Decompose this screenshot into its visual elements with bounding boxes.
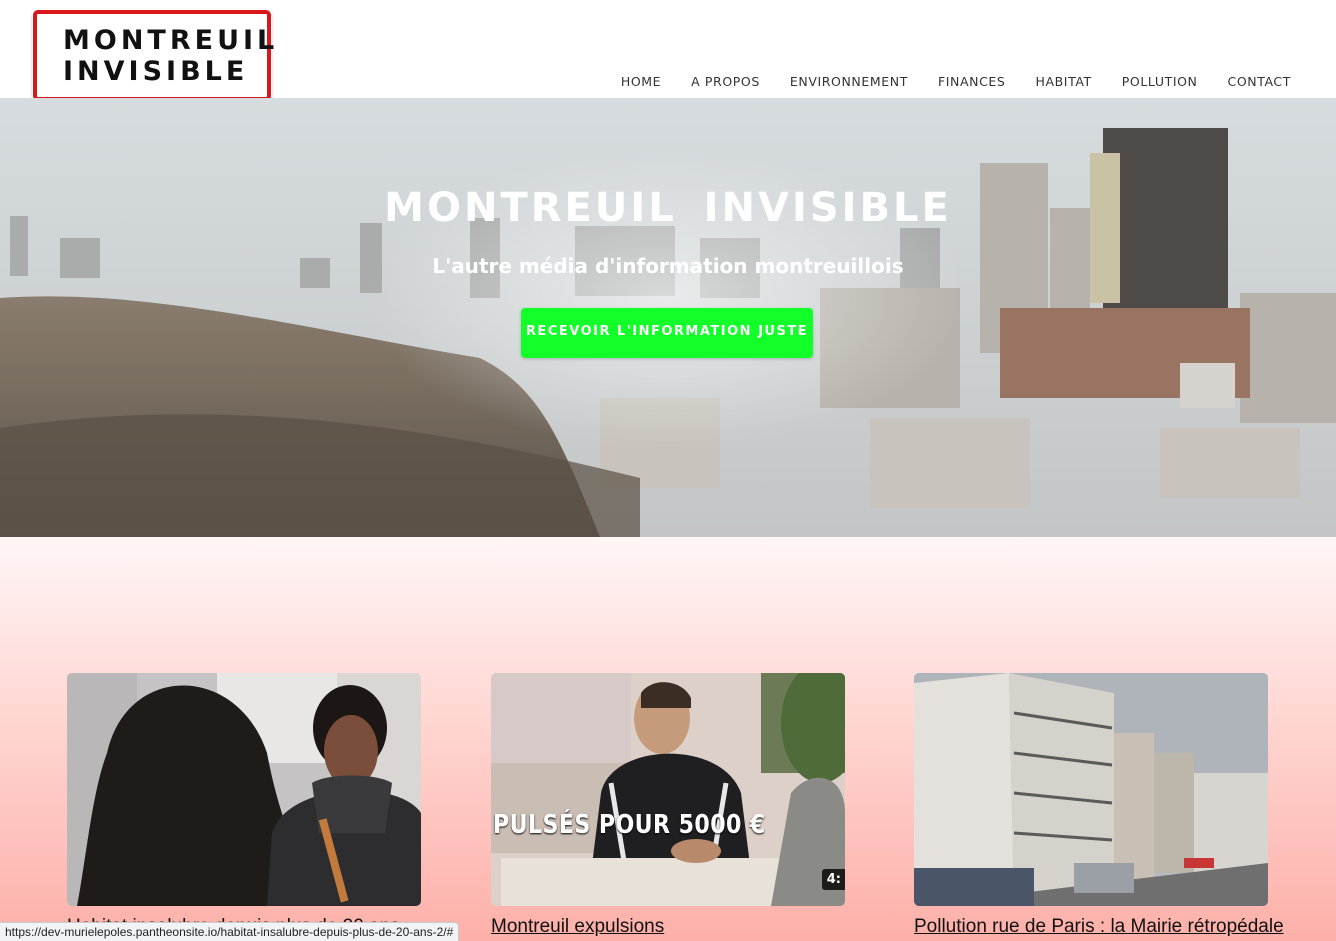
article-card[interactable]: Habitat insalubre depuis plus de 20 ans <box>67 673 421 938</box>
nav-contact[interactable]: CONTACT <box>1228 74 1291 89</box>
article-card[interactable]: Pollution rue de Paris : la Mairie rétro… <box>914 673 1284 938</box>
cta-button[interactable]: RECEVOIR L'INFORMATION JUSTE <box>521 308 813 358</box>
hero-title: MONTREUIL INVISIBLE <box>384 185 952 231</box>
browser-status-url: https://dev-murielepoles.pantheonsite.io… <box>0 922 460 941</box>
articles-section: Habitat insalubre depuis plus de 20 ans … <box>0 537 1336 941</box>
site-logo[interactable]: MONTREUIL INVISIBLE <box>33 10 279 101</box>
article-thumbnail[interactable] <box>914 673 1268 906</box>
nav-pollution[interactable]: POLLUTION <box>1122 74 1198 89</box>
hero-banner: MONTREUIL INVISIBLE L'autre média d'info… <box>0 98 1336 537</box>
article-card[interactable]: PULSÉS POUR 5000 € 4: Montreuil expulsio… <box>491 673 845 938</box>
nav-habitat[interactable]: HABITAT <box>1035 74 1091 89</box>
nav-finances[interactable]: FINANCES <box>938 74 1006 89</box>
video-overlay-text: PULSÉS POUR 5000 € <box>493 810 766 840</box>
nav-a-propos[interactable]: A PROPOS <box>691 74 760 89</box>
nav-environnement[interactable]: ENVIRONNEMENT <box>790 74 908 89</box>
logo-line-2: INVISIBLE <box>63 56 249 87</box>
article-thumbnail[interactable] <box>67 673 421 906</box>
main-nav: HOME A PROPOS ENVIRONNEMENT FINANCES HAB… <box>591 74 1291 89</box>
nav-home[interactable]: HOME <box>621 74 661 89</box>
site-header: MONTREUIL INVISIBLE HOME A PROPOS ENVIRO… <box>0 0 1336 101</box>
video-duration-badge: 4: <box>821 869 845 890</box>
logo-line-1: MONTREUIL <box>63 25 279 56</box>
hero-subtitle: L'autre média d'information montreuilloi… <box>432 254 904 278</box>
article-thumbnail[interactable]: PULSÉS POUR 5000 € 4: <box>491 673 845 906</box>
article-title[interactable]: Pollution rue de Paris : la Mairie rétro… <box>914 916 1284 938</box>
article-title[interactable]: Montreuil expulsions <box>491 916 845 938</box>
